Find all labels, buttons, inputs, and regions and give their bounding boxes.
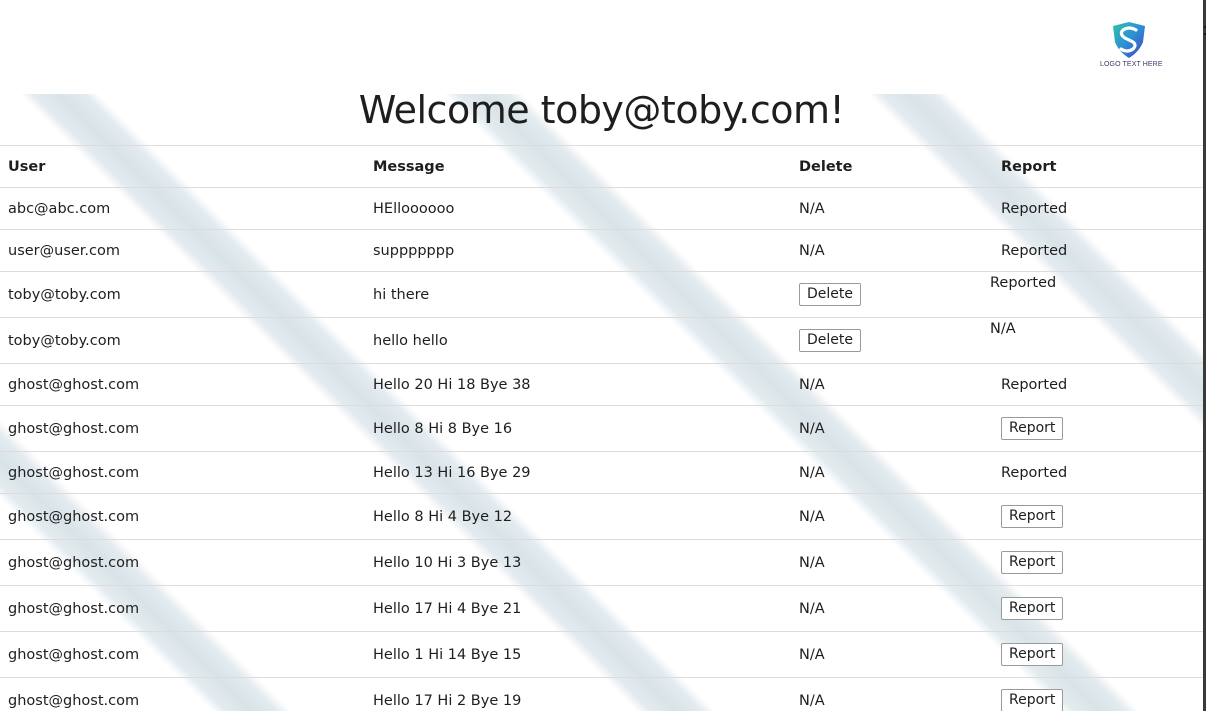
table-row: user@user.com suppppppp N/A Reported [0, 229, 1203, 272]
cell-delete: N/A [791, 631, 993, 678]
logo-text: LOGO TEXT HERE [1100, 61, 1163, 68]
table-row: ghost@ghost.com Hello 1 Hi 14 Bye 15 N/A… [0, 631, 1203, 678]
cell-user: ghost@ghost.com [0, 405, 365, 452]
table-row: toby@toby.com hi there Delete Reported [0, 271, 1203, 318]
table-row: ghost@ghost.com Hello 17 Hi 2 Bye 19 N/A… [0, 677, 1203, 711]
cell-user: ghost@ghost.com [0, 363, 365, 406]
messages-table: User Message Delete Report abc@abc.com H… [0, 145, 1203, 711]
cell-user: toby@toby.com [0, 271, 365, 318]
table-row: ghost@ghost.com Hello 13 Hi 16 Bye 29 N/… [0, 451, 1203, 494]
report-button[interactable]: Report [1001, 689, 1064, 711]
cell-message: hello hello [365, 317, 791, 364]
cell-message: Hello 1 Hi 14 Bye 15 [365, 631, 791, 678]
cell-delete: Delete [791, 271, 993, 318]
cell-message: Hello 8 Hi 8 Bye 16 [365, 405, 791, 452]
report-status: Reported [990, 274, 1057, 291]
cell-report: Report [993, 631, 1203, 678]
cell-user: toby@toby.com [0, 317, 365, 364]
cell-report: Report [993, 493, 1203, 540]
cell-user: ghost@ghost.com [0, 585, 365, 632]
report-button[interactable]: Report [1001, 597, 1064, 620]
table-row: ghost@ghost.com Hello 20 Hi 18 Bye 38 N/… [0, 363, 1203, 406]
cell-delete: N/A [791, 229, 993, 272]
header-user: User [0, 145, 365, 188]
cell-report-status: Reported [993, 229, 1203, 272]
cell-message: suppppppp [365, 229, 791, 272]
cell-message: HElloooooo [365, 187, 791, 230]
cell-message: hi there [365, 271, 791, 318]
cell-message: Hello 10 Hi 3 Bye 13 [365, 539, 791, 586]
cell-report-status: Reported [993, 187, 1203, 230]
table-row: ghost@ghost.com Hello 10 Hi 3 Bye 13 N/A… [0, 539, 1203, 586]
cell-user: abc@abc.com [0, 187, 365, 230]
cell-report: Report [993, 405, 1203, 452]
page: LOGO TEXT HERE Welcome toby@toby.com! Us… [0, 0, 1203, 711]
shield-s-logo-icon [1113, 22, 1145, 58]
cell-user: ghost@ghost.com [0, 451, 365, 494]
cell-message: Hello 8 Hi 4 Bye 12 [365, 493, 791, 540]
cell-user: ghost@ghost.com [0, 631, 365, 678]
logo[interactable]: LOGO TEXT HERE [1100, 20, 1163, 74]
cell-delete: N/A [791, 493, 993, 540]
table-row: abc@abc.com HElloooooo N/A Reported [0, 187, 1203, 230]
header-report: Report [993, 145, 1203, 188]
cell-message: Hello 17 Hi 4 Bye 21 [365, 585, 791, 632]
cell-user: user@user.com [0, 229, 365, 272]
report-button[interactable]: Report [1001, 505, 1064, 528]
cell-delete: N/A [791, 677, 993, 711]
header-delete: Delete [791, 145, 993, 188]
cell-report: Report [993, 585, 1203, 632]
report-button[interactable]: Report [1001, 643, 1064, 666]
cell-report-status: Reported [993, 363, 1203, 406]
page-title: Welcome toby@toby.com! [358, 88, 845, 132]
cell-message: Hello 13 Hi 16 Bye 29 [365, 451, 791, 494]
table-row: toby@toby.com hello hello Delete N/A [0, 317, 1203, 364]
cell-report: Reported [990, 271, 1203, 318]
table-row: ghost@ghost.com Hello 8 Hi 4 Bye 12 N/A … [0, 493, 1203, 540]
cell-message: Hello 20 Hi 18 Bye 38 [365, 363, 791, 406]
table-row: ghost@ghost.com Hello 8 Hi 8 Bye 16 N/A … [0, 405, 1203, 452]
header-message: Message [365, 145, 791, 188]
cell-delete: N/A [791, 405, 993, 452]
cell-message: Hello 17 Hi 2 Bye 19 [365, 677, 791, 711]
report-button[interactable]: Report [1001, 417, 1064, 440]
table-row: ghost@ghost.com Hello 17 Hi 4 Bye 21 N/A… [0, 585, 1203, 632]
cell-report-status: Reported [993, 451, 1203, 494]
cell-report: N/A [990, 317, 1203, 364]
cell-user: ghost@ghost.com [0, 493, 365, 540]
cell-user: ghost@ghost.com [0, 677, 365, 711]
cell-delete: N/A [791, 585, 993, 632]
cell-delete: N/A [791, 451, 993, 494]
delete-button[interactable]: Delete [799, 283, 861, 306]
cell-report: Report [993, 539, 1203, 586]
cell-report: Report [993, 677, 1203, 711]
cell-delete: N/A [791, 539, 993, 586]
table-header-row: User Message Delete Report [0, 145, 1203, 188]
report-button[interactable]: Report [1001, 551, 1064, 574]
cell-user: ghost@ghost.com [0, 539, 365, 586]
cell-delete: Delete [791, 317, 993, 364]
cell-delete: N/A [791, 363, 993, 406]
report-status: N/A [990, 320, 1016, 337]
cell-delete: N/A [791, 187, 993, 230]
delete-button[interactable]: Delete [799, 329, 861, 352]
